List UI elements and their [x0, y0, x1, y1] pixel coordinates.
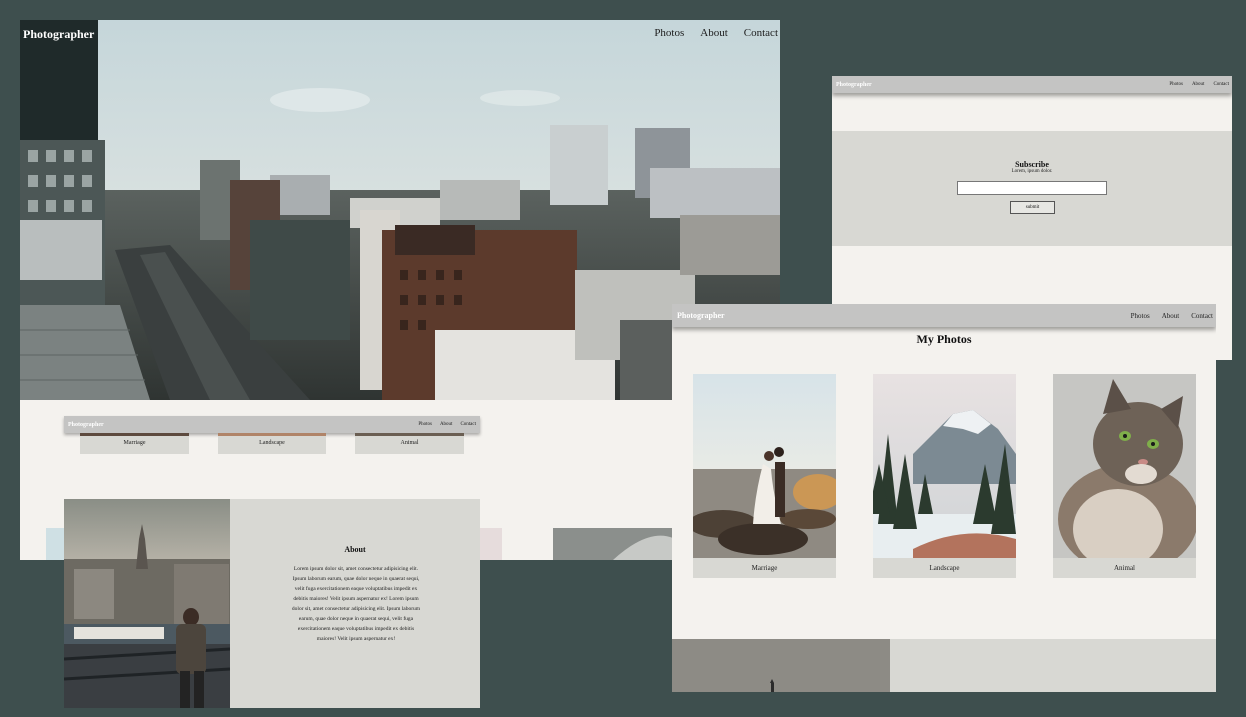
- photo-card-marriage[interactable]: Marriage: [693, 374, 836, 578]
- hero-brand[interactable]: Photographer: [23, 27, 94, 42]
- about-screenshot: About Lorem ipsum dolor sit, amet consec…: [64, 499, 480, 708]
- gallery-brand[interactable]: Photographer: [677, 311, 725, 320]
- mini-card-label: Animal: [400, 440, 419, 446]
- gallery-nav-photos[interactable]: Photos: [1131, 312, 1150, 320]
- mini-nav-bar: Photographer Photos About Contact: [64, 416, 480, 433]
- partial-photo-left: [46, 528, 66, 560]
- photo-card-animal[interactable]: Animal: [1053, 374, 1196, 578]
- subscribe-nav-about[interactable]: About: [1192, 82, 1205, 87]
- landscape-photo: [873, 374, 1016, 558]
- gallery-nav-bar: Photographer Photos About Contact: [672, 304, 1216, 327]
- partial-photo-mid: [480, 528, 502, 560]
- mini-brand[interactable]: Photographer: [68, 422, 104, 428]
- about-preview-art: [770, 679, 774, 692]
- nav-about-link[interactable]: About: [700, 27, 728, 39]
- subscribe-section: Subscribe Lorem, ipsum dolor. submit: [832, 131, 1232, 246]
- mini-nav-contact[interactable]: Contact: [460, 422, 476, 427]
- gallery-screenshot: Photographer Photos About Contact My Pho…: [672, 304, 1216, 692]
- city-photo: [20, 20, 780, 400]
- istanbul-photo: [64, 499, 230, 708]
- about-heading: About: [344, 545, 366, 554]
- photo-card-label: Marriage: [751, 564, 778, 572]
- subscribe-subtext: Lorem, ipsum dolor.: [1011, 169, 1053, 174]
- photo-card-label: Animal: [1114, 564, 1135, 572]
- gallery-heading: My Photos: [916, 332, 972, 346]
- mini-card-label: Landscape: [259, 440, 285, 446]
- nav-contact-link[interactable]: Contact: [744, 27, 778, 39]
- mini-card-animal[interactable]: Animal: [355, 433, 464, 454]
- photo-card-label: Landscape: [929, 564, 960, 572]
- subscribe-submit-button[interactable]: submit: [1010, 201, 1055, 214]
- about-photo: [64, 499, 230, 708]
- subscribe-email-input[interactable]: [957, 181, 1107, 195]
- mini-card-landscape[interactable]: Landscape: [218, 433, 326, 454]
- hero-nav: Photos About Contact: [654, 27, 778, 39]
- subscribe-nav-bar: Photographer Photos About Contact: [832, 76, 1232, 93]
- gallery-nav-about[interactable]: About: [1162, 312, 1180, 320]
- photo-card-landscape[interactable]: Landscape: [873, 374, 1016, 578]
- mini-card-marriage[interactable]: Marriage: [80, 433, 189, 454]
- mini-card-label: Marriage: [123, 440, 146, 446]
- hero-screenshot: Photographer Photos About Contact Photog…: [20, 20, 780, 560]
- hero-image: Photographer Photos About Contact: [20, 20, 780, 400]
- subscribe-brand[interactable]: Photographer: [836, 82, 872, 88]
- about-preview-image: [672, 639, 890, 692]
- gallery-nav-links: Photos About Contact: [1131, 312, 1213, 320]
- mini-nav-links: Photos About Contact: [418, 422, 476, 427]
- subscribe-nav-contact[interactable]: Contact: [1213, 82, 1229, 87]
- subscribe-nav-links: Photos About Contact: [1169, 82, 1229, 87]
- mini-nav-about[interactable]: About: [440, 422, 453, 427]
- mini-nav-photos[interactable]: Photos: [418, 422, 432, 427]
- nav-photos-link[interactable]: Photos: [654, 27, 684, 39]
- mini-gallery-screen: Photographer Photos About Contact Marria…: [64, 416, 480, 456]
- subscribe-nav-photos[interactable]: Photos: [1169, 82, 1183, 87]
- gallery-nav-contact[interactable]: Contact: [1191, 312, 1213, 320]
- partial-photo-art: [613, 535, 673, 560]
- about-preview-panel: [890, 639, 1216, 692]
- marriage-photo: [693, 374, 836, 558]
- partial-photo-right: [553, 528, 673, 560]
- about-body: Lorem ipsum dolor sit, amet consectetur …: [291, 566, 421, 642]
- animal-photo: [1053, 374, 1196, 558]
- subscribe-heading: Subscribe: [1015, 160, 1049, 169]
